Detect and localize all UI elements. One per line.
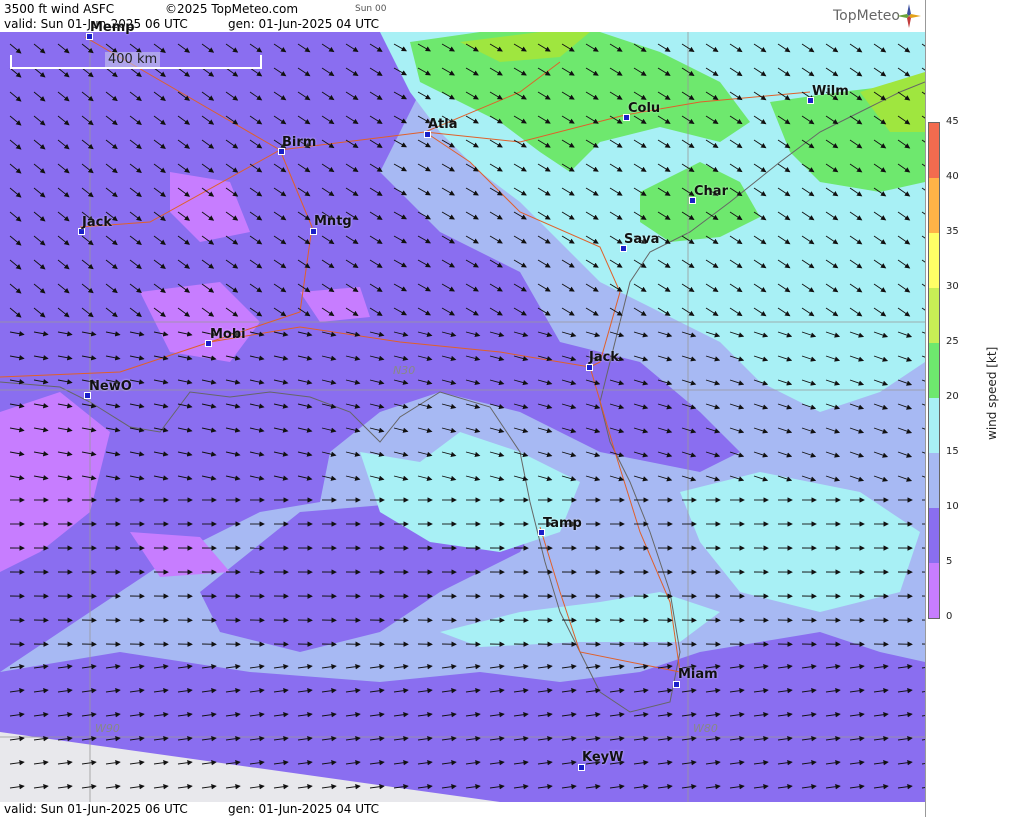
city-label-mntg: Mntg xyxy=(314,214,352,229)
product-title: 3500 ft wind ASFC xyxy=(4,2,115,16)
wind-speed-field xyxy=(0,32,925,802)
city-label-newo: NewO xyxy=(89,379,132,394)
city-label-jack-fl: Jack xyxy=(589,350,619,365)
city-label-mobi: Mobi xyxy=(210,327,246,342)
city-marker xyxy=(310,228,317,235)
city-label-memp: Memp xyxy=(90,20,135,35)
wind-speed-colorbar xyxy=(928,122,940,619)
city-label-colu: Colu xyxy=(628,101,661,116)
copyright-text: ©2025 TopMeteo.com xyxy=(165,2,299,16)
legend-tick: 25 xyxy=(946,336,959,347)
legend-tick: 45 xyxy=(946,116,959,127)
city-label-birm: Birm xyxy=(282,135,317,150)
city-marker xyxy=(586,364,593,371)
wind-map[interactable] xyxy=(0,32,925,802)
grid-label-w90: W90 xyxy=(95,722,120,735)
topmeteo-logo: TopMeteo xyxy=(833,8,900,24)
scale-bar-label: 400 km xyxy=(105,52,161,67)
city-label-jack-ms: Jack xyxy=(82,215,112,230)
footer-generated-time: gen: 01-Jun-2025 04 UTC xyxy=(228,802,380,816)
city-label-keyw: KeyW xyxy=(582,750,624,765)
legend-title: wind speed [kt] xyxy=(985,346,999,440)
legend-tick: 0 xyxy=(946,611,953,622)
city-label-wilm: Wilm xyxy=(812,84,849,99)
grid-label-w80: W80 xyxy=(693,722,718,735)
legend-tick: 35 xyxy=(946,226,959,237)
generated-time: gen: 01-Jun-2025 04 UTC xyxy=(228,17,380,31)
city-label-sava: Sava xyxy=(624,232,660,247)
legend-tick: 15 xyxy=(946,446,959,457)
city-label-char: Char xyxy=(694,184,728,199)
city-label-atla: Atla xyxy=(428,117,458,132)
city-label-tamp: Tamp xyxy=(543,516,582,531)
city-marker xyxy=(578,764,585,771)
logo-text: TopMeteo xyxy=(833,8,900,24)
legend-tick: 10 xyxy=(946,501,959,512)
run-label: Sun 00 xyxy=(355,4,387,14)
grid-label-n30: N30 xyxy=(393,364,416,377)
city-marker xyxy=(673,681,680,688)
legend-tick: 40 xyxy=(946,171,959,182)
legend-tick: 20 xyxy=(946,391,959,402)
compass-star-icon xyxy=(897,4,921,28)
city-label-miam: Miam xyxy=(678,667,718,682)
legend-tick: 5 xyxy=(946,556,953,567)
city-marker xyxy=(424,131,431,138)
footer-valid-time: valid: Sun 01-Jun-2025 06 UTC xyxy=(4,802,188,816)
legend-tick: 30 xyxy=(946,281,959,292)
